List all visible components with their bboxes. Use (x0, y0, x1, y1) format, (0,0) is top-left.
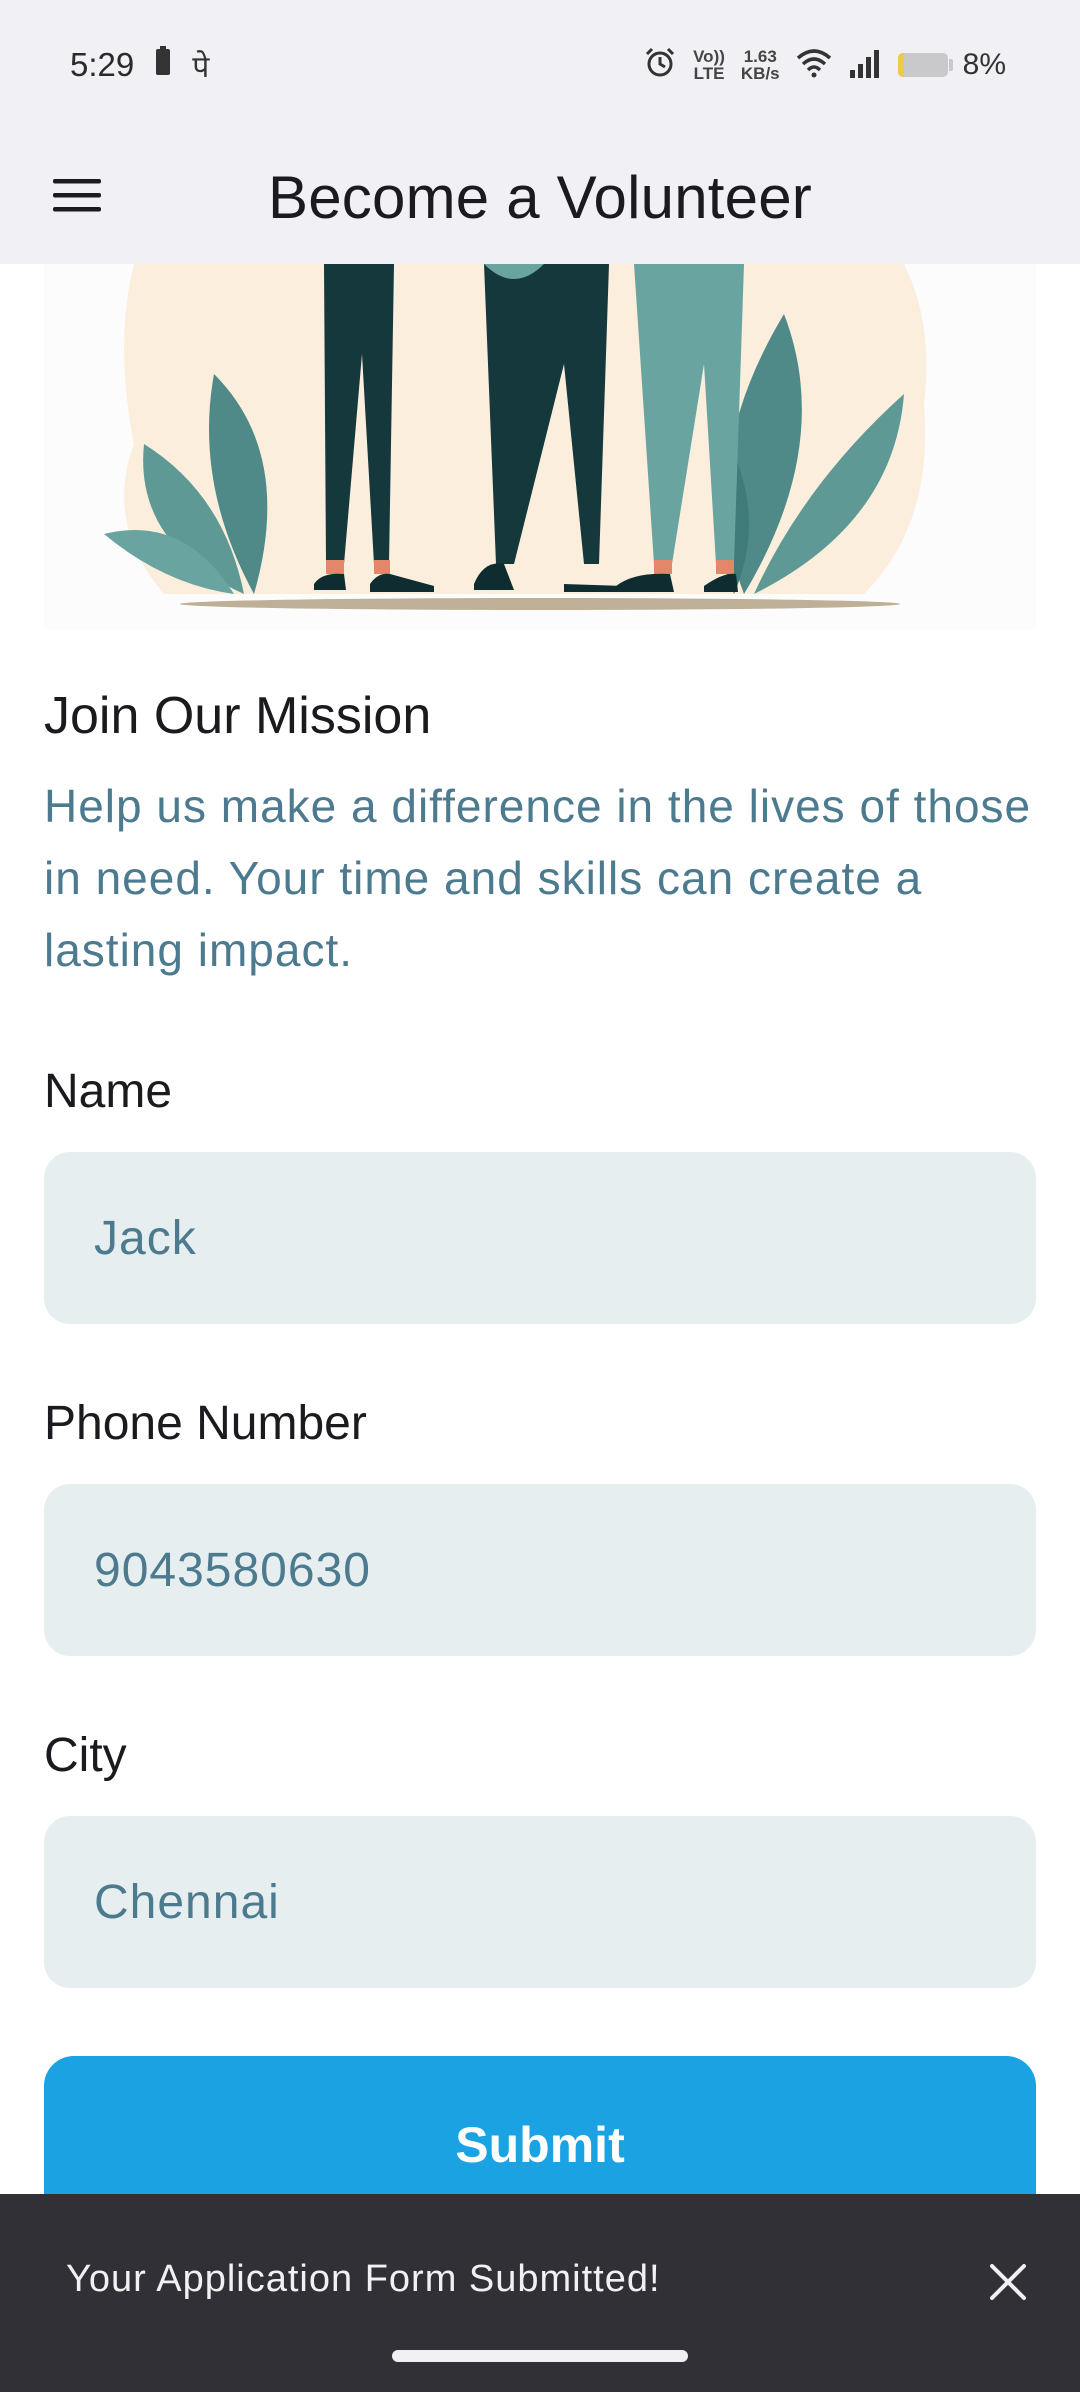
battery-nub (948, 59, 953, 71)
city-field[interactable]: Chennai (44, 1816, 1036, 1988)
phone-field[interactable]: 9043580630 (44, 1484, 1036, 1656)
battery-icon (897, 53, 948, 77)
net-speed-value: 1.63 (743, 47, 777, 66)
name-label: Name (44, 1065, 173, 1118)
volte-bottom: LTE (693, 64, 725, 83)
alarm-icon (643, 46, 677, 85)
wifi-icon (796, 48, 832, 83)
battery-saver-icon (154, 46, 172, 84)
status-app-glyph: पे (192, 50, 210, 84)
snackbar-close-button[interactable] (980, 2256, 1036, 2312)
section-title: Join Our Mission (44, 687, 432, 745)
phone-label: Phone Number (44, 1397, 367, 1450)
city-label: City (44, 1729, 127, 1782)
volte-top: Vo)) (693, 47, 725, 66)
section-description: Help us make a difference in the lives o… (44, 780, 1032, 976)
status-left: 5:29 पे (70, 45, 209, 86)
status-time: 5:29 (70, 46, 135, 83)
signal-icon (848, 48, 882, 83)
battery-status: 8% (897, 48, 1006, 82)
status-right: Vo)) LTE 1.63 KB/s 8% (643, 46, 1006, 85)
net-speed-unit: KB/s (740, 64, 780, 83)
net-speed: 1.63 KB/s (741, 48, 780, 82)
home-indicator[interactable] (392, 2350, 688, 2362)
app-bar: Become a Volunteer (0, 130, 1080, 264)
hamburger-menu-icon (51, 175, 103, 220)
name-field[interactable]: Jack (44, 1152, 1036, 1324)
snackbar-message: Your Application Form Submitted! (66, 2258, 661, 2300)
battery-percent: 8% (962, 48, 1006, 81)
close-icon (988, 2262, 1028, 2307)
volte-indicator: Vo)) LTE (693, 48, 725, 82)
menu-button[interactable] (40, 160, 114, 234)
battery-level-fill (897, 53, 904, 77)
volunteers-illustration (44, 264, 1036, 630)
page-title: Become a Volunteer (268, 163, 812, 231)
snackbar: Your Application Form Submitted! (0, 2194, 1080, 2392)
status-bar: 5:29 पे Vo)) LTE 1.63 KB/s 8% (0, 0, 1080, 130)
